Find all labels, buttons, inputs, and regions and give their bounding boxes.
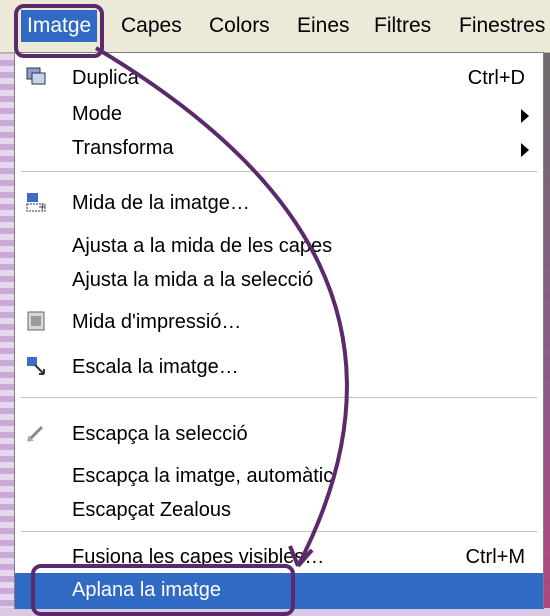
scale-icon [25,355,47,377]
shortcut-label: Ctrl+M [465,546,525,568]
submenu-arrow-icon [521,143,529,157]
menu-separator [21,171,537,172]
background-decoration-left [0,0,14,608]
menu-item-label: Mida de la imatge… [72,192,250,214]
menu-finestres[interactable]: Finestres [459,14,545,38]
submenu-arrow-icon [521,109,529,123]
menu-eines[interactable]: Eines [297,14,350,38]
menu-capes[interactable]: Capes [121,14,182,38]
menu-item-duplica[interactable]: Duplica Ctrl+D [15,61,543,95]
menu-filtres[interactable]: Filtres [374,14,431,38]
menu-item-label: Mode [72,103,123,125]
menu-item-label: Escapça la selecció [72,423,248,445]
menu-item-escala-imatge[interactable]: Escala la imatge… [15,350,543,384]
print-size-icon [25,310,47,332]
menu-item-transforma[interactable]: Transforma [15,131,543,165]
svg-text:+: + [38,202,46,213]
annotation-highlight-item [31,564,295,616]
menu-item-label: Mida d'impressió… [72,311,242,333]
canvas-size-icon: + [25,191,47,213]
menu-item-ajusta-capes[interactable]: Ajusta a la mida de les capes [15,229,543,263]
menu-item-mode[interactable]: Mode [15,97,543,131]
menu-item-ajusta-seleccio[interactable]: Ajusta la mida a la selecció [15,263,543,297]
crop-icon [25,422,47,444]
menu-item-label: Transforma [72,137,174,159]
shortcut-label: Ctrl+D [467,67,525,89]
menu-item-mida-imatge[interactable]: + Mida de la imatge… [15,186,543,220]
duplicate-icon [25,66,47,88]
menu-item-label: Duplica [72,67,139,89]
menu-item-label: Ajusta la mida a la selecció [72,269,314,291]
menu-item-label: Escapçat Zealous [72,499,231,521]
menu-item-label: Ajusta a la mida de les capes [72,235,333,257]
image-menu-dropdown: Duplica Ctrl+D Mode Transforma + Mida de… [14,52,544,609]
menu-item-label: Escala la imatge… [72,356,239,378]
menu-item-label: Escapça la imatge, automàtic [72,465,334,487]
menu-item-escapca-automatic[interactable]: Escapça la imatge, automàtic [15,459,543,493]
annotation-highlight-menu [14,4,104,58]
menu-colors[interactable]: Colors [209,14,270,38]
menu-item-escapcat-zealous[interactable]: Escapçat Zealous [15,493,543,527]
menu-separator [21,531,537,532]
menu-separator [21,397,537,398]
menu-item-mida-impressio[interactable]: Mida d'impressió… [15,305,543,339]
menu-item-escapca-seleccio[interactable]: Escapça la selecció [15,417,543,451]
